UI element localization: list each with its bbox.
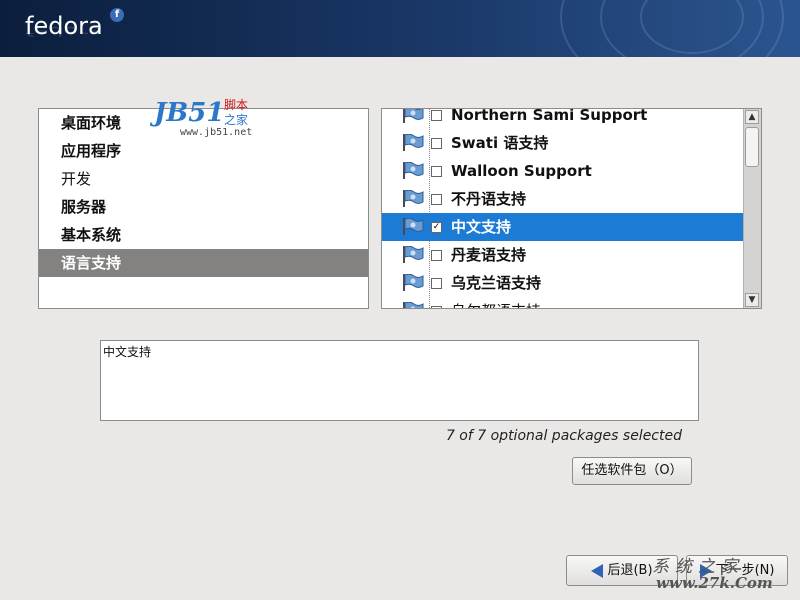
site-watermark: 系统之家 www.27k.Com — [652, 552, 797, 596]
package-row[interactable]: ✓ 中文支持 — [382, 213, 744, 241]
scroll-thumb[interactable] — [745, 127, 759, 167]
package-row[interactable]: 乌克兰语支持 — [382, 269, 744, 297]
package-checkbox[interactable] — [431, 194, 442, 205]
package-checkbox[interactable] — [431, 138, 442, 149]
flag-icon — [402, 273, 424, 291]
package-label: 乌克兰语支持 — [451, 274, 542, 292]
package-description: 中文支持 — [100, 340, 699, 421]
selected-count-label: 7 of 7 optional packages selected — [445, 428, 682, 444]
fedora-logo-reflection: fedora — [25, 24, 103, 38]
jb51-watermark: JB51 脚本 之家 www.jb51.net — [154, 96, 254, 140]
package-label: Swati 语支持 — [451, 134, 549, 152]
package-checkbox[interactable] — [431, 278, 442, 289]
flag-icon — [402, 245, 424, 263]
package-label: 不丹语支持 — [451, 190, 527, 208]
site-watermark-url: www.27k.Com — [656, 574, 773, 592]
category-item[interactable]: 基本系统 — [39, 221, 368, 249]
package-checkbox[interactable] — [431, 306, 442, 308]
flag-icon — [402, 133, 424, 151]
back-arrow-icon — [591, 563, 604, 578]
category-item[interactable]: 开发 — [39, 165, 368, 193]
package-row[interactable]: 丹麦语支持 — [382, 241, 744, 269]
header-banner: fedora fedora f — [0, 0, 800, 57]
package-row[interactable]: 不丹语支持 — [382, 185, 744, 213]
fedora-mark-icon: f — [110, 8, 124, 22]
package-row[interactable]: Walloon Support — [382, 157, 744, 185]
package-row[interactable]: Swati 语支持 — [382, 129, 744, 157]
scroll-down-icon[interactable]: ▼ — [745, 293, 759, 307]
category-item[interactable]: 应用程序 — [39, 137, 368, 165]
flag-icon — [402, 217, 424, 235]
flag-icon — [402, 189, 424, 207]
package-row[interactable]: 乌尔都语支持 — [382, 297, 744, 308]
category-item[interactable]: 服务器 — [39, 193, 368, 221]
package-checkbox[interactable] — [431, 166, 442, 177]
flag-icon — [402, 161, 424, 179]
package-list[interactable]: Northern Sami Support Swati 语支持 Walloon Su… — [381, 108, 762, 309]
flag-icon — [402, 109, 424, 123]
scroll-up-icon[interactable]: ▲ — [745, 110, 759, 124]
package-checkbox[interactable] — [431, 250, 442, 261]
package-label: 丹麦语支持 — [451, 246, 527, 264]
package-row[interactable]: Northern Sami Support — [382, 108, 744, 129]
optional-packages-button[interactable]: 任选软件包（O） — [572, 457, 692, 485]
package-label: 乌尔都语支持 — [451, 297, 541, 308]
package-checkbox[interactable] — [431, 110, 442, 121]
category-item[interactable]: 语言支持 — [39, 249, 368, 277]
package-checkbox[interactable]: ✓ — [431, 222, 442, 233]
flag-icon — [402, 301, 424, 308]
back-button-label: 后退(B) — [607, 563, 653, 578]
package-label: Northern Sami Support — [451, 108, 648, 124]
package-scrollbar[interactable]: ▲ ▼ — [743, 109, 761, 308]
jb51-url: www.jb51.net — [180, 127, 253, 138]
package-label: Walloon Support — [451, 162, 592, 180]
jb51-logo-text: JB51 — [154, 98, 225, 128]
jb51-line2: 之家 — [224, 113, 249, 127]
package-label: 中文支持 — [451, 218, 512, 236]
